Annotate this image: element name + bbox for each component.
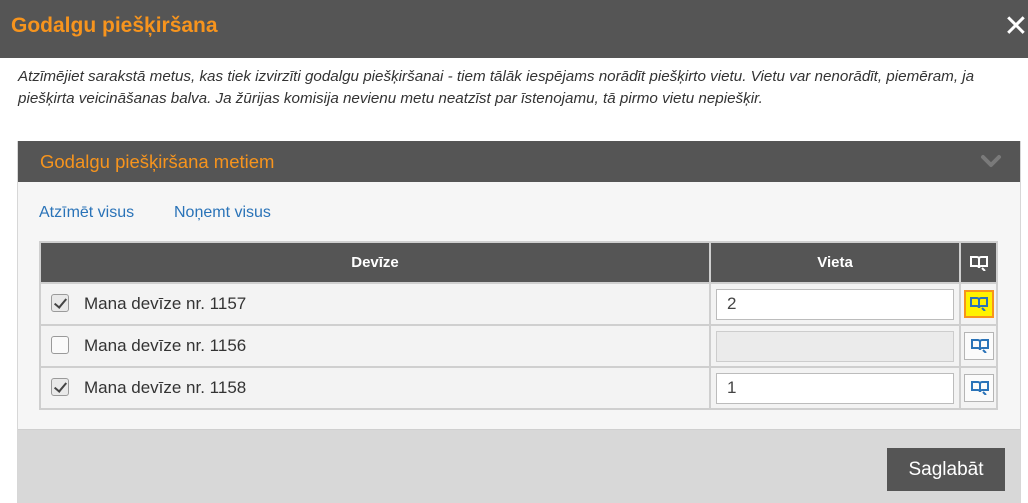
devize-cell: Mana devīze nr. 1157: [38, 282, 712, 326]
book-button[interactable]: [963, 332, 994, 360]
awards-panel: Godalgu piešķiršana metiem Atzīmēt visus…: [17, 141, 1021, 503]
vieta-cell: [709, 366, 962, 410]
chevron-down-icon[interactable]: [980, 151, 1002, 171]
intro-text: Atzīmējiet sarakstā metus, kas tiek izvi…: [18, 68, 975, 107]
deselect-all-link[interactable]: Noņemt visus: [174, 204, 271, 222]
row-checkbox[interactable]: [51, 377, 69, 396]
dialog-title: Godalgu piešķiršana: [11, 14, 218, 37]
panel-title: Godalgu piešķiršana metiem: [40, 151, 275, 172]
save-button[interactable]: Saglabāt: [887, 448, 1005, 491]
table-row: Mana devīze nr. 1156: [38, 324, 998, 368]
devize-cell: Mana devīze nr. 1156: [38, 324, 712, 368]
table-row: Mana devīze nr. 1158: [38, 366, 998, 410]
vieta-column-header: Vieta: [709, 241, 962, 284]
book-cell: [959, 366, 998, 410]
book-header-cell: [959, 241, 998, 284]
book-button[interactable]: [963, 290, 994, 318]
book-icon: [970, 339, 989, 353]
book-cell: [959, 282, 998, 326]
awards-table: Devīze Vieta Mana devīze nr. 1157 2 Mana…: [38, 241, 998, 410]
devize-cell: Mana devīze nr. 1158: [38, 366, 712, 410]
panel-header[interactable]: Godalgu piešķiršana metiem: [18, 141, 1020, 182]
table-row: Mana devīze nr. 1157: [38, 282, 998, 326]
book-icon: [969, 256, 988, 272]
devize-label: Mana devīze nr. 1157: [84, 294, 247, 313]
book-icon: [969, 297, 988, 311]
devize-label: Mana devīze nr. 1156: [84, 336, 247, 355]
row-checkbox[interactable]: [51, 293, 69, 312]
vieta-input[interactable]: [716, 288, 955, 320]
table-header-row: Devīze Vieta: [38, 241, 998, 284]
book-button[interactable]: [963, 374, 994, 402]
dialog-titlebar: Godalgu piešķiršana ✕: [0, 0, 1028, 58]
vieta-input: [716, 330, 955, 362]
vieta-cell: [709, 282, 962, 326]
devize-label: Mana devīze nr. 1158: [84, 378, 247, 397]
row-checkbox[interactable]: [51, 335, 69, 354]
close-icon[interactable]: ✕: [1001, 10, 1028, 44]
book-cell: [959, 324, 998, 368]
vieta-input[interactable]: [716, 372, 955, 404]
vieta-cell: [709, 324, 962, 368]
select-all-link[interactable]: Atzīmēt visus: [39, 204, 134, 222]
devize-column-header: Devīze: [38, 241, 712, 284]
book-icon: [970, 381, 989, 395]
dialog-footer: Saglabāt: [18, 429, 1020, 503]
